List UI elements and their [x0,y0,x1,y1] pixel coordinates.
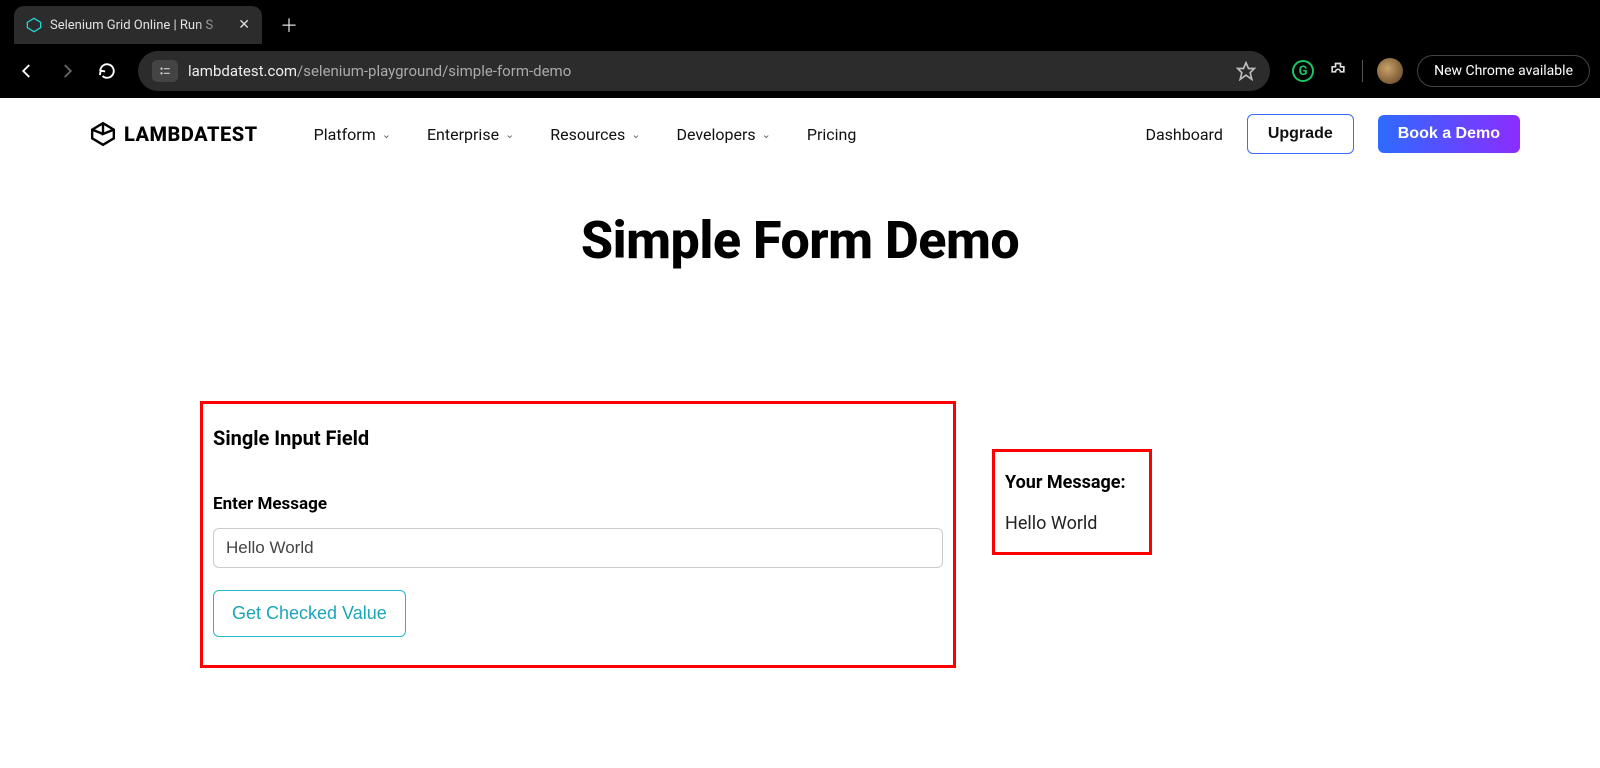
single-input-form: Single Input Field Enter Message Get Che… [200,401,956,668]
tab-strip: Selenium Grid Online | Run S ✕ ＋ [0,0,1600,44]
address-bar-wrap: lambdatest.com/selenium-playground/simpl… [138,51,1270,91]
result-box: Your Message: Hello World [992,449,1152,555]
bookmark-icon[interactable] [1236,61,1256,81]
upgrade-button[interactable]: Upgrade [1247,114,1354,154]
site-info-icon[interactable] [152,60,178,82]
chrome-update-pill[interactable]: New Chrome available [1417,55,1590,87]
chevron-down-icon: ⌄ [631,128,640,141]
nav-platform[interactable]: Platform⌄ [314,125,391,144]
browser-chrome: Selenium Grid Online | Run S ✕ ＋ lambdat… [0,0,1600,98]
browser-toolbar: lambdatest.com/selenium-playground/simpl… [0,44,1600,98]
result-value: Hello World [1005,513,1139,534]
nav-resources[interactable]: Resources⌄ [550,125,640,144]
url-text: lambdatest.com/selenium-playground/simpl… [188,62,571,80]
header-right: Dashboard Upgrade Book a Demo [1145,114,1520,154]
message-label: Enter Message [213,494,943,514]
back-button[interactable] [10,54,44,88]
brand-logo[interactable]: LAMBDATEST [90,121,258,147]
address-bar-right [1236,61,1256,81]
toolbar-divider [1362,60,1363,82]
chevron-down-icon: ⌄ [382,128,391,141]
tab-title: Selenium Grid Online | Run S [50,18,230,33]
book-demo-button[interactable]: Book a Demo [1378,115,1520,153]
section-title: Single Input Field [213,426,943,450]
toolbar-right: G New Chrome available [1284,55,1590,87]
new-tab-button[interactable]: ＋ [274,10,304,40]
address-bar[interactable]: lambdatest.com/selenium-playground/simpl… [138,51,1270,91]
url-path: /selenium-playground/simple-form-demo [297,62,571,80]
site-header: LAMBDATEST Platform⌄ Enterprise⌄ Resourc… [0,98,1600,170]
forward-button[interactable] [50,54,84,88]
grammarly-icon[interactable]: G [1292,60,1314,82]
brand-text: LAMBDATEST [124,122,258,146]
extensions-icon[interactable] [1328,61,1348,81]
content-row: Single Input Field Enter Message Get Che… [0,401,1600,668]
url-domain: lambdatest.com [188,62,297,80]
nav-pricing[interactable]: Pricing [807,125,857,144]
favicon-icon [26,17,42,33]
logo-icon [90,121,116,147]
tab-close-icon[interactable]: ✕ [238,17,250,33]
chevron-down-icon: ⌄ [505,128,514,141]
profile-avatar[interactable] [1377,58,1403,84]
browser-tab[interactable]: Selenium Grid Online | Run S ✕ [14,6,262,44]
reload-button[interactable] [90,54,124,88]
dashboard-link[interactable]: Dashboard [1145,125,1222,144]
nav-enterprise[interactable]: Enterprise⌄ [427,125,514,144]
chevron-down-icon: ⌄ [762,128,771,141]
result-label: Your Message: [1005,472,1139,493]
message-input[interactable] [213,528,943,568]
nav-developers[interactable]: Developers⌄ [676,125,770,144]
get-checked-value-button[interactable]: Get Checked Value [213,590,406,637]
page-content: Simple Form Demo Single Input Field Ente… [0,170,1600,668]
main-nav: Platform⌄ Enterprise⌄ Resources⌄ Develop… [314,125,857,144]
page-title: Simple Form Demo [581,210,1019,271]
